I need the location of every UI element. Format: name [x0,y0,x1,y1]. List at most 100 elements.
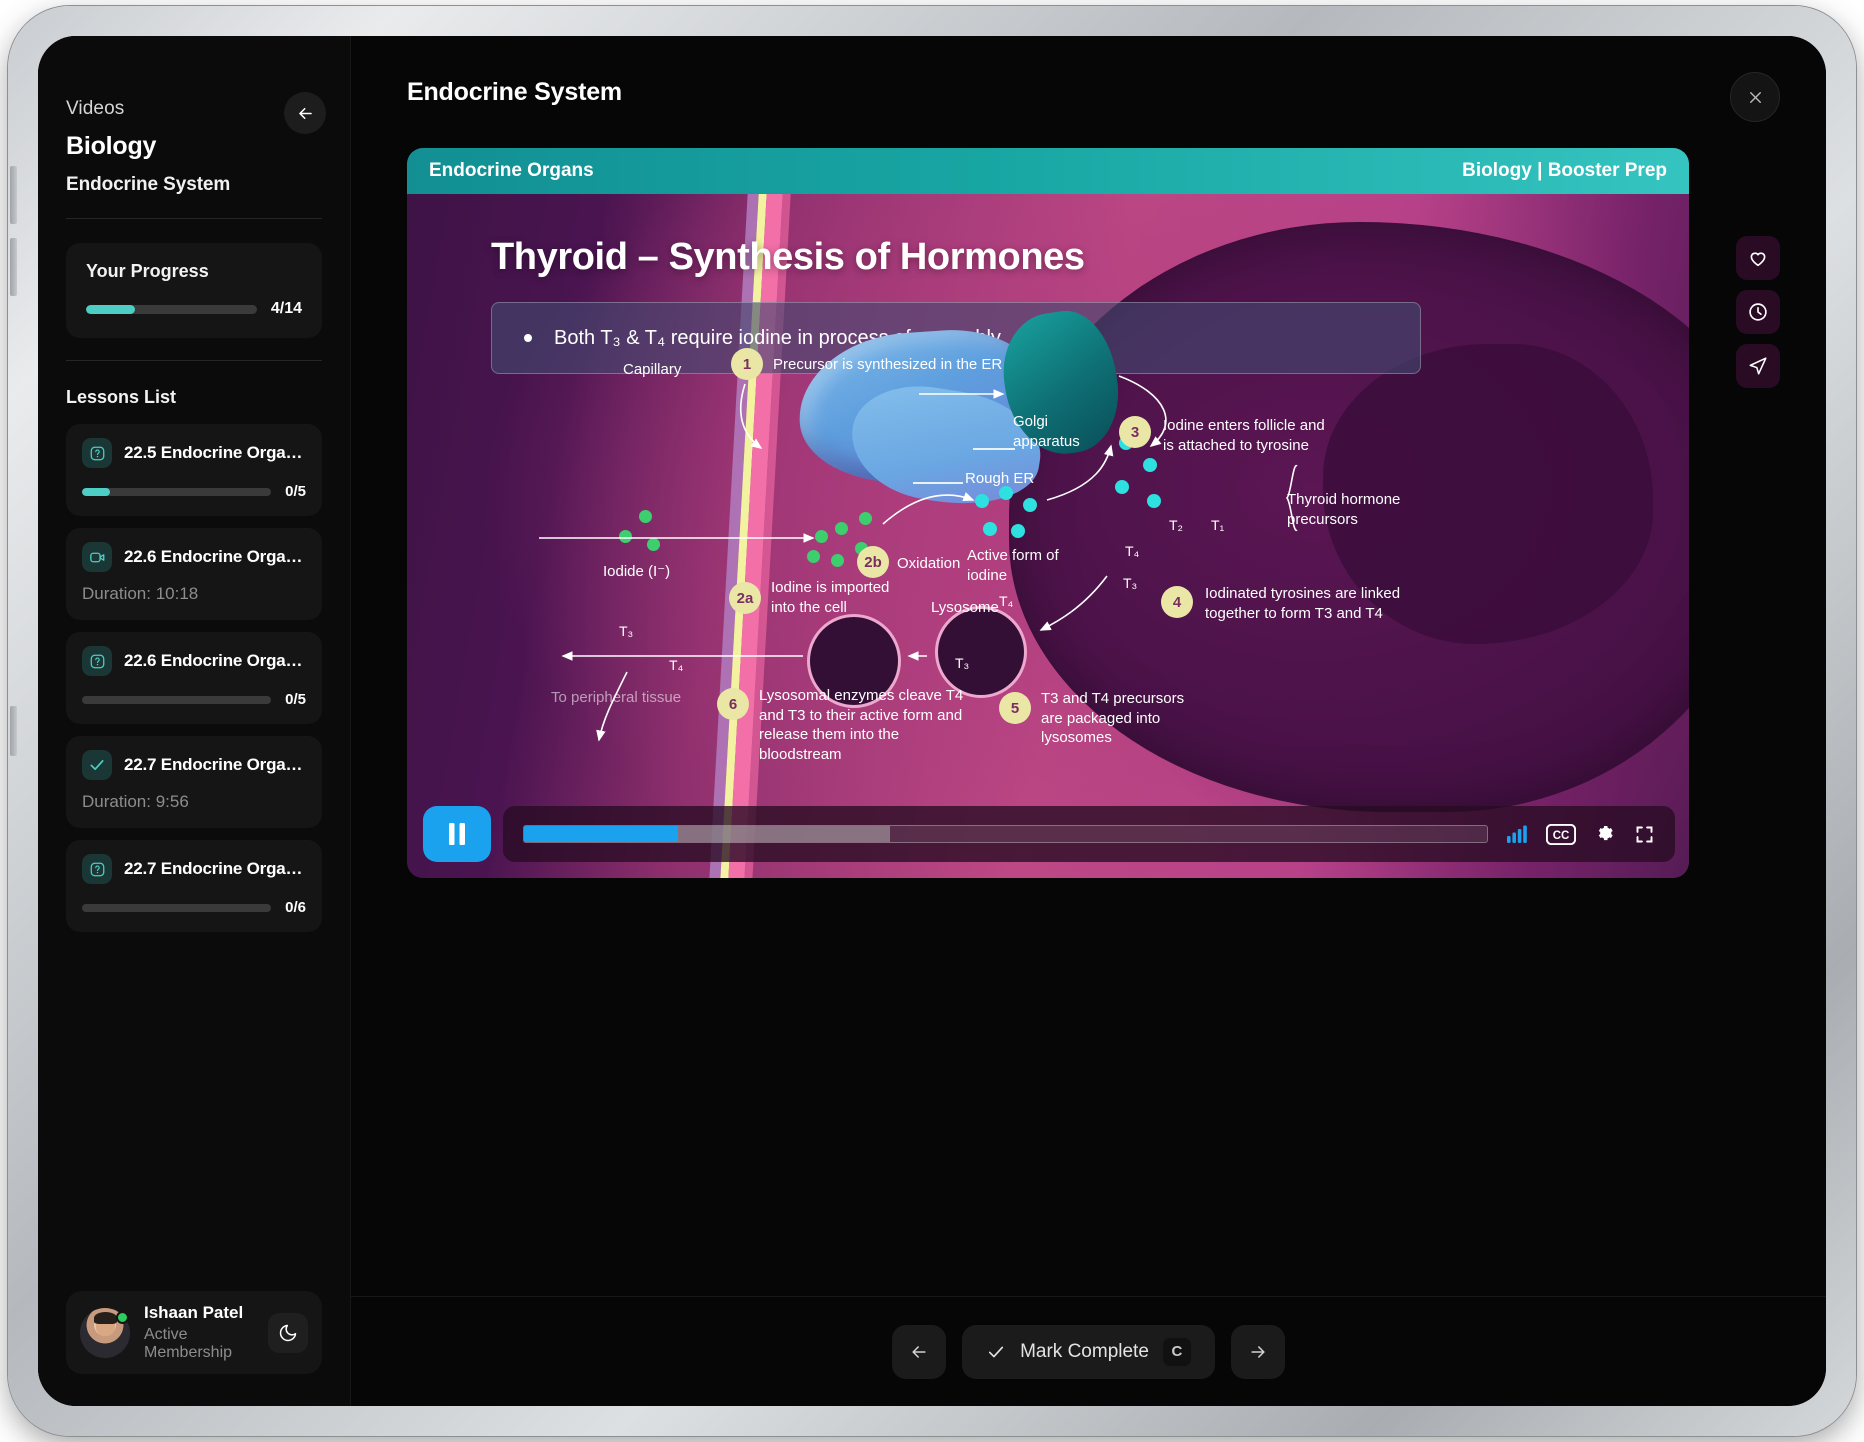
user-texts: Ishaan Patel Active Membership [144,1303,254,1362]
lesson-card[interactable]: 22.7 Endocrine Organs Pa… Duration: 9:56 [66,736,322,828]
watch-later-button[interactable] [1736,290,1780,334]
lesson-title: 22.7 Endocrine Organs Pa… [124,859,306,878]
video-controls-bar: CC [503,806,1675,862]
tablet-screen: Videos Biology Endocrine System Your Pro… [38,36,1826,1406]
quiz-icon [90,446,104,460]
bottom-navigation-bar: Mark Complete C [351,1296,1826,1406]
lesson-progress-row: 0/5 [82,691,306,708]
closed-captions-button[interactable]: CC [1546,823,1576,845]
lesson-title: 22.6 Endocrine Organs Pa… [124,547,306,566]
lesson-card[interactable]: 22.6 Endocrine Organs Pa… 0/5 [66,632,322,724]
quiz-icon-wrapper [82,854,112,884]
close-icon [1749,91,1761,103]
check-icon [988,1346,1004,1357]
lesson-duration: Duration: 9:56 [82,792,189,811]
lesson-progress-count: 0/6 [285,899,306,916]
check-icon-wrapper [82,750,112,780]
volume-up-hardware-button[interactable] [10,166,17,224]
progress-card: Your Progress 4/14 [66,243,322,338]
theme-toggle-button[interactable] [268,1312,308,1353]
lesson-top-row: 22.7 Endocrine Organs Pa… [82,750,306,780]
video-area: Endocrine Organs Biology | Booster Prep … [351,148,1826,878]
seek-bar[interactable] [523,825,1488,843]
seek-played [524,826,679,842]
play-pause-button[interactable] [423,806,491,862]
close-button[interactable] [1730,72,1780,122]
main-spacer [351,878,1826,1296]
cc-label: CC [1553,830,1570,842]
lesson-card[interactable]: 22.7 Endocrine Organs Pa… 0/6 [66,840,322,932]
mark-complete-button[interactable]: Mark Complete C [962,1324,1215,1379]
fullscreen-icon[interactable] [1634,824,1655,845]
settings-gear-icon[interactable] [1594,823,1616,845]
video-player[interactable]: Endocrine Organs Biology | Booster Prep … [407,148,1689,878]
lesson-progress-track [82,695,272,704]
tablet-frame: Videos Biology Endocrine System Your Pro… [8,6,1856,1436]
quiz-icon [90,862,104,876]
page-title: Endocrine System [407,77,622,106]
share-button[interactable] [1736,344,1780,388]
lesson-top-row: 22.7 Endocrine Organs Pa… [82,854,306,884]
video-icon-wrapper [82,542,112,572]
lesson-progress-track [82,903,272,912]
divider [66,218,322,219]
favorite-button[interactable] [1736,236,1780,280]
lesson-card[interactable]: 22.5 Endocrine Organs Pa… 0/5 [66,424,322,516]
arrow-left-icon [298,107,312,119]
lesson-duration: Duration: 10:18 [82,584,199,603]
next-lesson-button[interactable] [1230,1324,1285,1379]
side-action-buttons [1736,236,1780,388]
progress-count: 4/14 [270,300,302,317]
slide-topbar-right: Biology | Booster Prep [1462,160,1667,181]
video-icon [89,552,104,562]
lesson-top-row: 22.6 Endocrine Organs Pa… [82,542,306,572]
user-plan: Active Membership [144,1326,233,1361]
volume-bars-icon[interactable] [1506,824,1528,844]
main-content: Endocrine System Endocrine Organs Biolog… [350,36,1826,1406]
moon-icon [279,1324,297,1341]
slide-body: Thyroid – Synthesis of Hormones Both T₃ … [407,194,1689,878]
lesson-title: 22.5 Endocrine Organs Pa… [124,443,306,462]
main-header: Endocrine System [351,36,1826,148]
clock-icon [1749,303,1767,321]
progress-title: Your Progress [86,261,209,281]
slide-topbar-left: Endocrine Organs [429,160,594,181]
lesson-top-row: 22.6 Endocrine Organs Pa… [82,646,306,676]
progress-track [86,304,257,314]
lesson-progress-count: 0/5 [285,691,306,708]
lesson-title: 22.7 Endocrine Organs Pa… [124,755,306,774]
volume-down-hardware-button[interactable] [10,238,17,296]
lesson-card[interactable]: 22.6 Endocrine Organs Pa… Duration: 10:18 [66,528,322,620]
heart-icon [1750,252,1766,267]
module-title: Endocrine System [66,174,231,195]
power-hardware-button[interactable] [10,706,17,756]
check-icon [90,760,104,771]
user-name: Ishaan Patel [144,1303,244,1322]
quiz-icon [90,654,104,668]
arrow-left-icon [912,1345,926,1358]
sidebar-header: Videos Biology Endocrine System [38,36,350,196]
avatar-wrapper [80,1307,130,1358]
divider [66,360,322,361]
slide-topbar: Endocrine Organs Biology | Booster Prep [407,148,1689,194]
lesson-progress-track [82,487,272,496]
quiz-icon-wrapper [82,438,112,468]
lesson-progress-fill [82,487,111,496]
send-icon [1749,357,1767,375]
mark-complete-label: Mark Complete [1020,1340,1149,1362]
user-profile-card[interactable]: Ishaan Patel Active Membership [66,1291,322,1374]
lessons-list-header: Lessons List [66,387,177,407]
progress-row: 4/14 [86,300,302,318]
lessons-list: 22.5 Endocrine Organs Pa…0/522.6 Endocri… [66,424,322,932]
lesson-progress-count: 0/5 [285,483,306,500]
lesson-progress-row: 0/6 [82,899,306,916]
app-root: Videos Biology Endocrine System Your Pro… [38,36,1826,1406]
previous-lesson-button[interactable] [892,1324,947,1379]
course-title: Biology [66,132,157,160]
lesson-top-row: 22.5 Endocrine Organs Pa… [82,438,306,468]
back-button[interactable] [284,92,326,134]
progress-fill [86,304,135,314]
lesson-title: 22.6 Endocrine Organs Pa… [124,651,306,670]
shortcut-key-badge: C [1162,1337,1191,1366]
